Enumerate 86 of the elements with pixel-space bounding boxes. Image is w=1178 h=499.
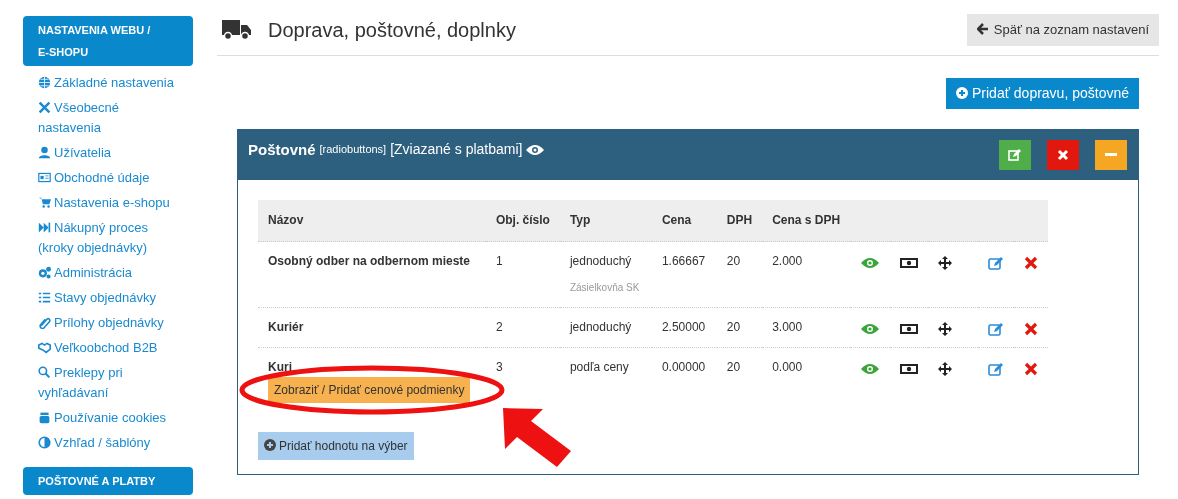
sidebar-item[interactable]: Užívatelia [23, 140, 193, 165]
item-name: Osobný odber na odbernom mieste [268, 253, 472, 270]
plus-circle-icon [264, 439, 276, 451]
sidebar-item[interactable]: Prílohy objednávky [23, 310, 193, 335]
table-cell: 2.000 [762, 241, 851, 308]
globe-icon [38, 76, 51, 89]
table-cell: 3.000 [762, 307, 851, 348]
edit-button[interactable] [999, 139, 1031, 170]
table-cell: 2 [485, 307, 560, 348]
delete-icon[interactable] [1023, 362, 1038, 376]
cookie-jar-icon [38, 411, 51, 424]
arrow-left-icon [976, 23, 989, 35]
gears-icon [38, 266, 51, 279]
table-cell: 2.50000 [651, 307, 717, 348]
sidebar-item[interactable]: Vzhľad / šablóny [23, 430, 193, 455]
column-header: DPH [716, 199, 763, 242]
table-cell: 0.00000 [651, 347, 717, 414]
collapse-button[interactable] [1095, 139, 1127, 170]
minus-icon [1105, 153, 1117, 156]
eye-icon[interactable] [860, 322, 881, 336]
search-icon [38, 366, 51, 379]
sidebar-item[interactable]: Používanie cookies [23, 405, 193, 430]
column-header: Cena [651, 199, 717, 242]
arrow-annotation [503, 408, 571, 467]
price-conditions-button[interactable]: Zobraziť / Pridať cenové podmienky [268, 377, 471, 403]
delete-icon[interactable] [1023, 322, 1038, 336]
sidebar-item[interactable]: Nastavenia e-shopu [23, 190, 193, 215]
panel-title: Poštovné [248, 140, 316, 160]
sidebar-item[interactable]: Obchodné údaje [23, 165, 193, 190]
column-header: Obj. číslo [485, 199, 560, 242]
paperclip-icon [38, 316, 51, 329]
table-cell: jednoduchý [569, 254, 632, 268]
panel-type-note: [radiobuttons] [319, 141, 387, 157]
column-header: Názov [258, 199, 486, 242]
truck-icon [222, 18, 252, 41]
table-cell: podľa ceny [569, 360, 629, 374]
fast-forward-icon [38, 221, 51, 234]
add-shipping-button[interactable]: Pridať dopravu, poštovné [946, 77, 1139, 109]
back-button[interactable]: Späť na zoznam nastavení [966, 14, 1159, 46]
sidebar-item[interactable]: Všeobecné nastavenia [23, 95, 193, 140]
move-icon[interactable] [938, 362, 953, 376]
user-icon [38, 146, 51, 159]
move-icon[interactable] [938, 322, 953, 336]
table-cell: 1 [485, 241, 560, 308]
sidebar-item[interactable]: Základné nastavenia [23, 70, 193, 95]
add-value-button[interactable]: Pridať hodnotu na výber [258, 432, 414, 460]
contrast-icon [38, 436, 51, 449]
sidebar-section-header[interactable]: NASTAVENIA WEBU / E-SHOPU [23, 16, 193, 66]
sidebar-section-header[interactable]: POŠTOVNÉ A PLATBY [23, 467, 193, 495]
banknote-icon[interactable] [900, 256, 919, 270]
checklist-icon [38, 291, 51, 304]
sidebar-item[interactable]: Veľkoobchod B2B [23, 335, 193, 360]
banknote-icon[interactable] [900, 362, 919, 376]
table-cell: 20 [716, 241, 763, 308]
table-cell: 20 [716, 347, 763, 414]
type-note: Zásielkovňa SK [569, 281, 641, 295]
edit-icon[interactable] [987, 322, 1004, 336]
eye-icon [526, 143, 545, 156]
column-header: Cena s DPH [762, 199, 851, 242]
sidebar-item[interactable]: Preklepy pri vyhľadávaní [23, 360, 193, 405]
table-cell: 0.000 [762, 347, 851, 414]
sidebar-item[interactable]: Stavy objednávky [23, 285, 193, 310]
page-title: Doprava, poštovné, doplnky [268, 17, 516, 43]
delete-icon[interactable] [1023, 256, 1038, 270]
item-name: Kuri [268, 359, 293, 376]
table-cell: jednoduchý [569, 320, 632, 334]
table-cell: 1.66667 [651, 241, 717, 308]
edit-icon[interactable] [987, 362, 1004, 376]
delete-button[interactable] [1047, 139, 1079, 170]
edit-icon [1008, 147, 1022, 162]
item-name: Kuriér [268, 319, 305, 336]
sidebar-item[interactable]: Nákupný proces (kroky objednávky) [23, 215, 193, 260]
sidebar-item[interactable]: Administrácia [23, 260, 193, 285]
move-icon[interactable] [938, 256, 953, 270]
column-header: Typ [559, 199, 652, 242]
eye-icon[interactable] [860, 256, 881, 270]
eye-icon[interactable] [860, 362, 881, 376]
plus-circle-icon [956, 86, 968, 99]
edit-icon[interactable] [987, 256, 1004, 270]
id-card-icon [38, 171, 51, 184]
table-cell: 3 [485, 347, 560, 414]
banknote-icon[interactable] [900, 322, 919, 336]
tools-icon [38, 101, 51, 114]
close-icon [1056, 147, 1070, 162]
table-cell: 20 [716, 307, 763, 348]
panel-link-note: [Zviazané s platbami] [390, 139, 523, 159]
